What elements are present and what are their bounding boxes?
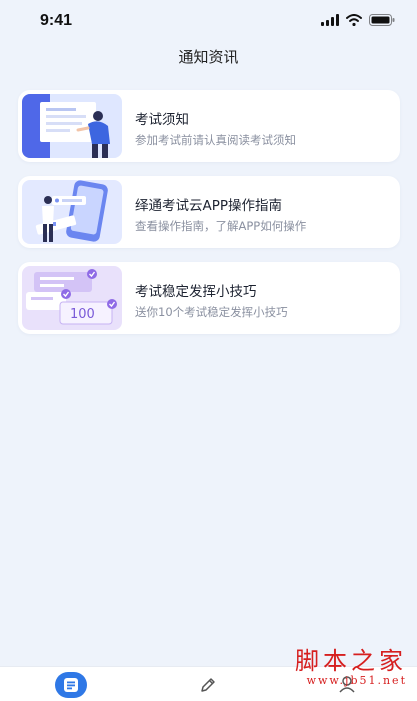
card-title: 绎通考试云APP操作指南 — [135, 198, 283, 214]
signal-icon — [321, 14, 339, 26]
card-title: 考试须知 — [135, 112, 189, 128]
watermark: 脚本之家 www.jb51.net — [295, 648, 407, 688]
page-title: 通知资讯 — [178, 48, 239, 66]
card-subtitle: 送你10个考试稳定发挥小技巧 — [135, 305, 288, 319]
tab-notices[interactable] — [55, 672, 87, 698]
battery-icon — [369, 14, 395, 26]
card-title: 考试稳定发挥小技巧 — [135, 284, 257, 300]
card-subtitle: 查看操作指南，了解APP如何操作 — [135, 219, 307, 233]
card-subtitle: 参加考试前请认真阅读考试须知 — [135, 133, 296, 147]
card-exam-tips[interactable]: 100 考试稳定发挥小技巧 送你10个考试稳定发挥小技巧 — [18, 262, 400, 334]
pencil-icon — [201, 678, 215, 692]
watermark-text: 脚本之家 — [295, 647, 407, 675]
document-icon — [64, 678, 78, 692]
status-icons — [321, 14, 395, 26]
exam-tips-illustration: 100 — [22, 266, 122, 330]
app-guide-illustration — [22, 180, 122, 244]
wifi-icon — [346, 14, 362, 26]
card-exam-notice[interactable]: 考试须知 参加考试前请认真阅读考试须知 — [18, 90, 400, 162]
score-text: 100 — [70, 307, 95, 322]
watermark-url: www.jb51.net — [306, 674, 407, 687]
card-app-guide[interactable]: 绎通考试云APP操作指南 查看操作指南，了解APP如何操作 — [18, 176, 400, 248]
exam-notice-illustration — [22, 94, 122, 158]
tab-exam[interactable] — [198, 675, 218, 699]
status-time: 9:41 — [40, 12, 73, 29]
status-bar: 9:41 — [0, 0, 417, 44]
